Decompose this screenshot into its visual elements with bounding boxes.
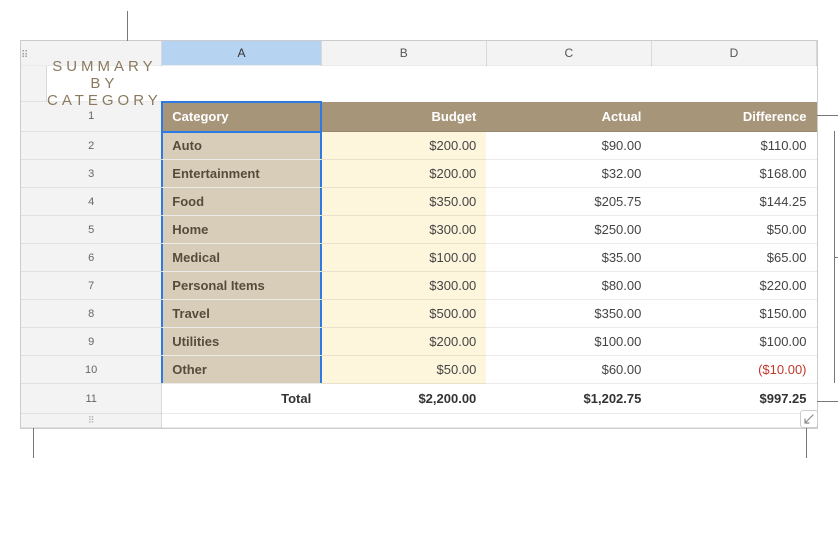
cell-actual[interactable]: $32.00	[486, 160, 651, 188]
cell-budget[interactable]: $300.00	[321, 216, 486, 244]
table-row: 9 Utilities $200.00 $100.00 $100.00	[21, 328, 817, 356]
resize-icon	[804, 414, 814, 424]
handle-spacer	[486, 414, 651, 428]
total-actual[interactable]: $1,202.75	[486, 384, 651, 414]
table-row: 10 Other $50.00 $60.00 ($10.00)	[21, 356, 817, 384]
cell-difference[interactable]: $144.25	[651, 188, 816, 216]
header-budget[interactable]: Budget	[321, 102, 486, 132]
table-row: 5 Home $300.00 $250.00 $50.00	[21, 216, 817, 244]
callout-line	[817, 401, 838, 402]
cell-actual[interactable]: $250.00	[486, 216, 651, 244]
cell-difference[interactable]: $50.00	[651, 216, 816, 244]
handle-spacer	[321, 414, 486, 428]
cell-difference[interactable]: $168.00	[651, 160, 816, 188]
row-header-10[interactable]: 10	[21, 356, 162, 384]
drag-handle-icon	[21, 46, 31, 56]
total-budget[interactable]: $2,200.00	[321, 384, 486, 414]
cell-difference[interactable]: $110.00	[651, 132, 816, 160]
handle-spacer	[162, 414, 321, 428]
cell-category[interactable]: Entertainment	[162, 160, 321, 188]
column-header-D[interactable]: D	[651, 41, 816, 65]
cell-budget[interactable]: $100.00	[321, 244, 486, 272]
cell-budget[interactable]: $350.00	[321, 188, 486, 216]
callout-line	[817, 115, 838, 116]
table-row: 8 Travel $500.00 $350.00 $150.00	[21, 300, 817, 328]
cell-budget[interactable]: $300.00	[321, 272, 486, 300]
cell-category[interactable]: Auto	[162, 132, 321, 160]
total-label[interactable]: Total	[162, 384, 321, 414]
cell-category[interactable]: Medical	[162, 244, 321, 272]
column-header-B[interactable]: B	[321, 41, 486, 65]
table-row: 6 Medical $100.00 $35.00 $65.00	[21, 244, 817, 272]
row-header-9[interactable]: 9	[21, 328, 162, 356]
column-header-A[interactable]: A	[162, 41, 321, 65]
cell-category[interactable]: Other	[162, 356, 321, 384]
cell-difference[interactable]: $150.00	[651, 300, 816, 328]
row-header-7[interactable]: 7	[21, 272, 162, 300]
cell-actual[interactable]: $205.75	[486, 188, 651, 216]
cell-category[interactable]: Utilities	[162, 328, 321, 356]
title-row: SUMMARY BY CATEGORY	[21, 66, 162, 102]
cell-budget[interactable]: $200.00	[321, 328, 486, 356]
callout-line	[806, 428, 807, 458]
cell-actual[interactable]: $35.00	[486, 244, 651, 272]
callout-line	[834, 131, 835, 383]
cell-budget[interactable]: $200.00	[321, 132, 486, 160]
cell-category[interactable]: Home	[162, 216, 321, 244]
header-category[interactable]: Category	[162, 102, 321, 132]
cell-actual[interactable]: $60.00	[486, 356, 651, 384]
cell-difference[interactable]: $220.00	[651, 272, 816, 300]
row-header-3[interactable]: 3	[21, 160, 162, 188]
cell-difference[interactable]: $100.00	[651, 328, 816, 356]
callout-line	[127, 11, 128, 41]
cell-category[interactable]: Food	[162, 188, 321, 216]
cell-budget[interactable]: $200.00	[321, 160, 486, 188]
total-row: 11 Total $2,200.00 $1,202.75 $997.25	[21, 384, 817, 414]
row-header-4[interactable]: 4	[21, 188, 162, 216]
header-difference[interactable]: Difference	[651, 102, 816, 132]
table-row: 4 Food $350.00 $205.75 $144.25	[21, 188, 817, 216]
table-row: 2 Auto $200.00 $90.00 $110.00	[21, 132, 817, 160]
row-header-blank[interactable]	[21, 66, 47, 102]
row-header-6[interactable]: 6	[21, 244, 162, 272]
callout-line	[33, 428, 34, 458]
cell-budget[interactable]: $50.00	[321, 356, 486, 384]
cell-difference[interactable]: $65.00	[651, 244, 816, 272]
table-row: 7 Personal Items $300.00 $80.00 $220.00	[21, 272, 817, 300]
table-title[interactable]: SUMMARY BY CATEGORY	[47, 66, 162, 102]
row-header-2[interactable]: 2	[21, 132, 162, 160]
add-row-handle[interactable]: ⠿	[21, 414, 162, 428]
total-difference[interactable]: $997.25	[651, 384, 816, 414]
cell-category[interactable]: Personal Items	[162, 272, 321, 300]
column-header-C[interactable]: C	[486, 41, 651, 65]
spreadsheet-table: A B C D SUMMARY BY CATEGORY 1 Category B…	[20, 40, 818, 429]
cell-category[interactable]: Travel	[162, 300, 321, 328]
cell-actual[interactable]: $80.00	[486, 272, 651, 300]
handle-row: ⠿	[21, 414, 817, 428]
cell-budget[interactable]: $500.00	[321, 300, 486, 328]
header-actual[interactable]: Actual	[486, 102, 651, 132]
row-header-5[interactable]: 5	[21, 216, 162, 244]
cell-actual[interactable]: $100.00	[486, 328, 651, 356]
handle-spacer	[651, 414, 816, 428]
cell-difference[interactable]: ($10.00)	[651, 356, 816, 384]
row-header-8[interactable]: 8	[21, 300, 162, 328]
row-header-11[interactable]: 11	[21, 384, 162, 414]
cell-actual[interactable]: $350.00	[486, 300, 651, 328]
table-row: 3 Entertainment $200.00 $32.00 $168.00	[21, 160, 817, 188]
cell-actual[interactable]: $90.00	[486, 132, 651, 160]
total-difference-value: $997.25	[760, 391, 807, 406]
resize-table-handle[interactable]	[800, 410, 818, 428]
